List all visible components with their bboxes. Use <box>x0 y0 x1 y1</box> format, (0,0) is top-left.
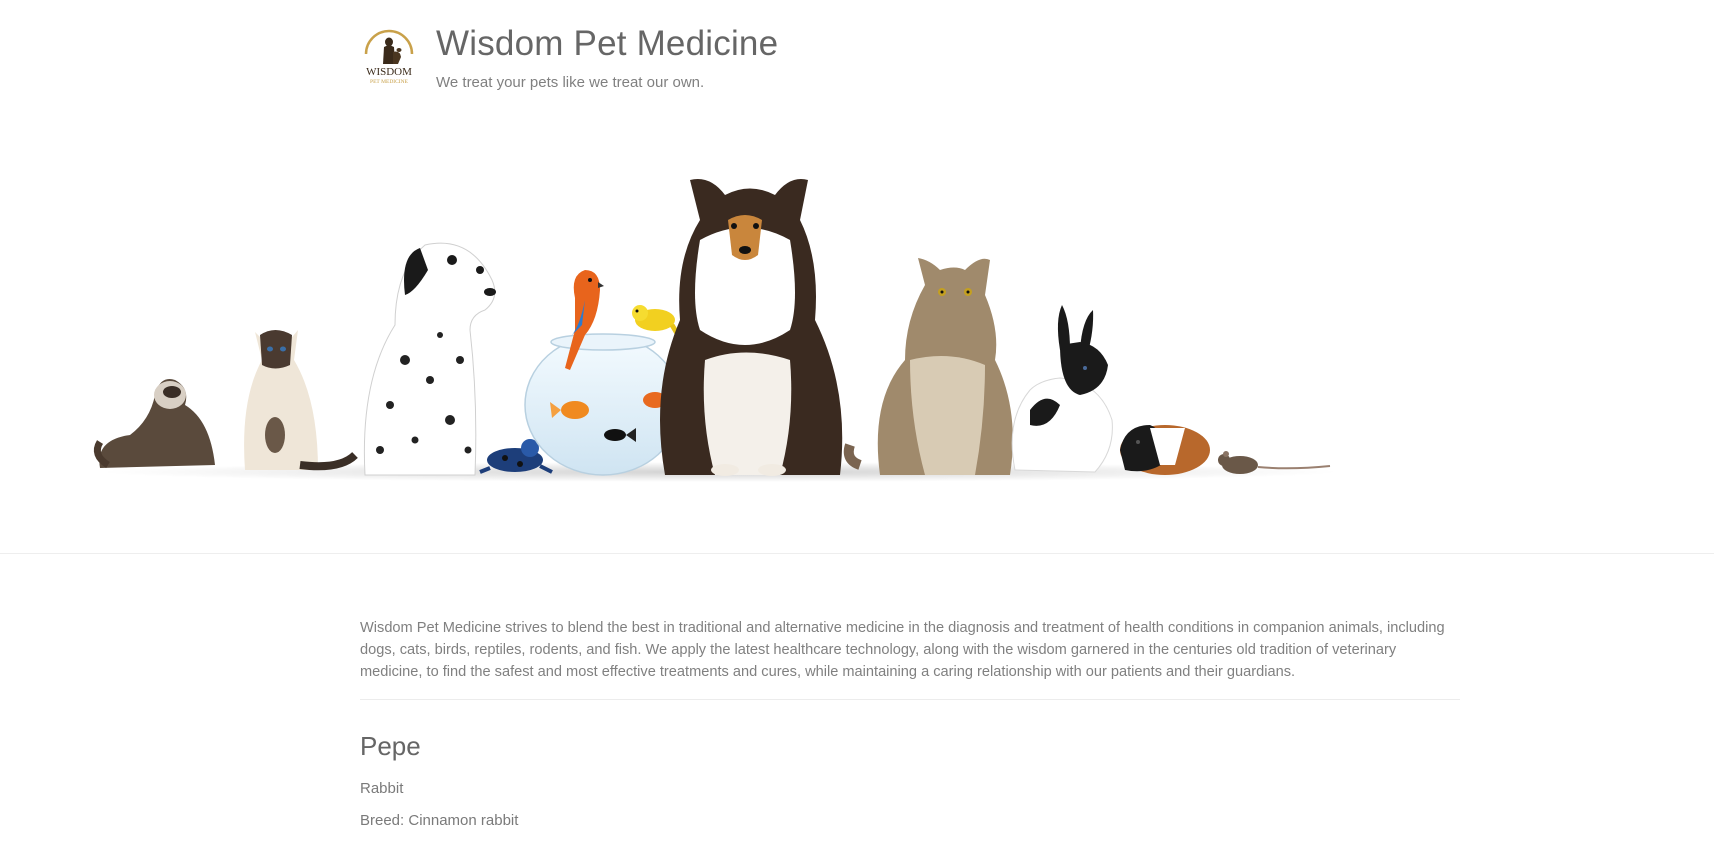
pet-profile: Pepe Rabbit Breed: Cinnamon rabbit <box>360 730 1460 844</box>
site-title[interactable]: Wisdom Pet Medicine <box>436 24 778 64</box>
wisdom-logo[interactable]: WISDOM PET MEDICINE <box>360 24 418 88</box>
site-header: WISDOM PET MEDICINE Wisdom Pet Medicine … <box>360 24 778 92</box>
guinea-pig-icon <box>1120 425 1210 475</box>
logo-emblem-icon: WISDOM PET MEDICINE <box>364 29 414 85</box>
hero-banner <box>0 120 1714 554</box>
brand-block: Wisdom Pet Medicine We treat your pets l… <box>436 24 778 92</box>
pet-name: Pepe <box>360 731 421 761</box>
siamese-cat-icon <box>244 330 358 471</box>
pet-species: Rabbit <box>360 780 404 797</box>
dalmatian-icon <box>363 242 496 476</box>
pets-lineup-image <box>93 179 1340 482</box>
intro-paragraph: Wisdom Pet Medicine strives to blend the… <box>360 619 1445 680</box>
collie-icon <box>660 179 843 476</box>
fishbowl-icon <box>524 333 682 476</box>
section-divider <box>360 699 1460 700</box>
rabbit-icon <box>1011 305 1113 473</box>
maine-coon-cat-icon <box>843 258 1013 475</box>
logo-text-bottom: PET MEDICINE <box>370 79 409 85</box>
page: WISDOM PET MEDICINE Wisdom Pet Medicine … <box>0 0 1714 845</box>
pet-breed: Breed: Cinnamon rabbit <box>360 812 519 829</box>
logo-text-top: WISDOM <box>366 66 412 78</box>
site-tagline: We treat your pets like we treat our own… <box>436 74 705 91</box>
ferret-icon <box>93 379 215 468</box>
